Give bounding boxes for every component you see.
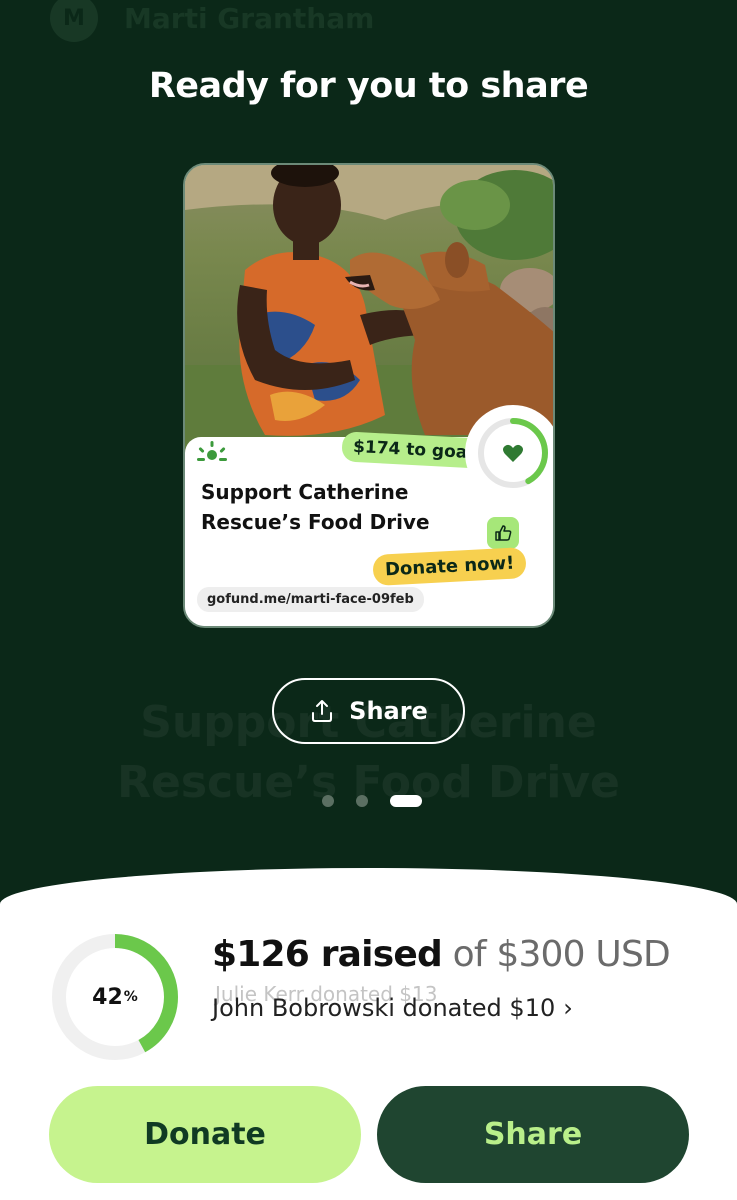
- goal-amount: of $300 USD: [452, 934, 671, 975]
- fundraiser-url: gofund.me/marti-face-09feb: [197, 587, 424, 612]
- card-progress-ring: [465, 405, 553, 501]
- fundraiser-share-card[interactable]: $174 to goal Support Catherine Rescue’s …: [183, 163, 555, 628]
- card-title: Support Catherine Rescue’s Food Drive: [201, 477, 441, 537]
- chevron-right-icon: ›: [563, 994, 573, 1022]
- ghost-header: M Marti Grantham: [50, 0, 374, 42]
- card-title-line-1: Support Catherine: [201, 480, 409, 504]
- progress-percent-sign: %: [123, 989, 138, 1005]
- raised-amount: $126 raised: [212, 934, 443, 975]
- raised-summary: $126 raised of $300 USD: [212, 934, 671, 975]
- recent-donation[interactable]: John Bobrowski donated $10 ›: [212, 994, 573, 1022]
- page-title: Ready for you to share: [148, 66, 589, 106]
- donate-now-badge: Donate now!: [372, 547, 528, 586]
- gofundme-icon: [197, 441, 227, 461]
- carousel-dot[interactable]: [356, 795, 368, 807]
- share-card-button[interactable]: Share: [272, 678, 465, 744]
- progress-percent-value: 42: [92, 984, 123, 1010]
- user-name: Marti Grantham: [124, 1, 375, 35]
- progress-percent: 42%: [48, 930, 182, 1064]
- heart-icon: [503, 444, 523, 462]
- carousel-dot-active[interactable]: [390, 795, 422, 807]
- recent-donation-text: John Bobrowski donated $10: [212, 994, 556, 1022]
- donate-button[interactable]: Donate: [49, 1086, 361, 1183]
- share-upload-icon: [312, 700, 333, 722]
- carousel-dot[interactable]: [322, 795, 334, 807]
- avatar: M: [50, 0, 98, 42]
- thumbs-up-icon: [487, 517, 519, 549]
- to-goal-badge: $174 to goal: [341, 431, 485, 469]
- share-card-button-label: Share: [349, 697, 428, 725]
- carousel-pagination: [322, 795, 422, 807]
- donation-summary-sheet: 42% $126 raised of $300 USD Julie Kerr d…: [0, 868, 737, 1200]
- share-button[interactable]: Share: [377, 1086, 689, 1183]
- progress-ring: 42%: [48, 930, 182, 1064]
- card-title-line-2: Rescue’s Food Drive: [201, 510, 430, 534]
